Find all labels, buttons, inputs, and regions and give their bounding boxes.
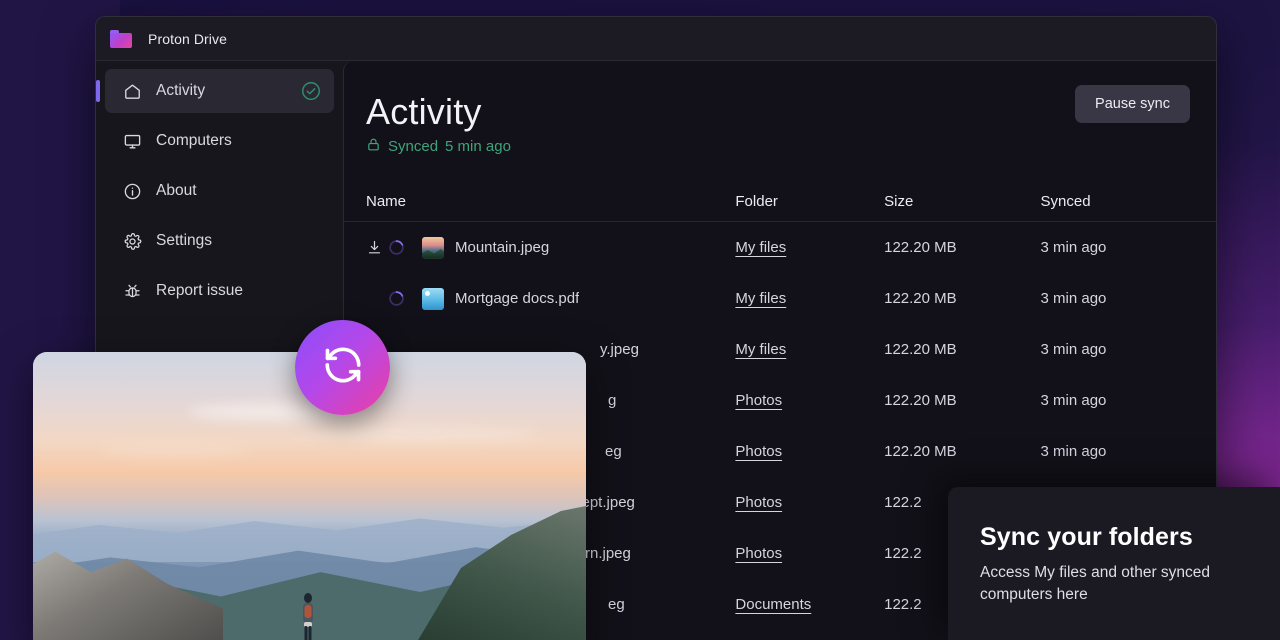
- info-circle-icon: [122, 181, 142, 201]
- file-size: 122.20 MB: [884, 290, 957, 307]
- file-size: 122.20 MB: [884, 392, 957, 409]
- lock-icon: [366, 137, 381, 156]
- folder-link[interactable]: Photos: [735, 443, 782, 460]
- file-thumbnail: [422, 236, 444, 259]
- folder-link[interactable]: My files: [735, 341, 786, 358]
- folder-link[interactable]: Documents: [735, 596, 811, 613]
- sync-status-time: 5 min ago: [445, 138, 511, 155]
- main-header: Activity Synced 5 min ago Pause sync: [344, 61, 1216, 156]
- file-size: 122.20 MB: [884, 239, 957, 256]
- pause-sync-button[interactable]: Pause sync: [1075, 85, 1190, 123]
- column-header-folder[interactable]: Folder: [735, 193, 884, 210]
- folder-link[interactable]: Photos: [735, 545, 782, 562]
- table-row[interactable]: Mountain.jpeg My files 122.20 MB 3 min a…: [344, 222, 1216, 273]
- file-size: 122.20 MB: [884, 443, 957, 460]
- sidebar-item-computers[interactable]: Computers: [105, 119, 334, 163]
- check-circle-icon: [300, 80, 322, 102]
- coach-mark-card: Sync your folders Access My files and ot…: [948, 487, 1280, 640]
- sidebar-item-label: Report issue: [156, 282, 244, 299]
- file-synced: 3 min ago: [1040, 392, 1107, 409]
- bug-icon: [122, 281, 142, 301]
- sidebar-item-label: Activity: [156, 82, 206, 99]
- hiker-silhouette: [303, 593, 313, 640]
- sidebar-item-settings[interactable]: Settings: [105, 219, 334, 263]
- coach-mark-title: Sync your folders: [980, 523, 1193, 551]
- sidebar-item-label: About: [156, 182, 197, 199]
- table-header-row: Name Folder Size Synced: [344, 182, 1216, 222]
- file-name: Mountain.jpeg: [455, 239, 550, 256]
- sidebar-item-label: Computers: [156, 132, 232, 149]
- gear-icon: [122, 231, 142, 251]
- home-icon: [122, 81, 142, 101]
- file-synced: 3 min ago: [1040, 239, 1107, 256]
- file-synced: 3 min ago: [1040, 341, 1107, 358]
- sidebar-item-label: Settings: [156, 232, 213, 249]
- monitor-icon: [122, 131, 142, 151]
- file-name: eg: [605, 443, 622, 460]
- folder-link[interactable]: My files: [735, 239, 786, 256]
- file-name: rn.jpeg: [585, 545, 631, 562]
- column-header-synced[interactable]: Synced: [1041, 193, 1195, 210]
- folder-link[interactable]: My files: [735, 290, 786, 307]
- app-title: Proton Drive: [148, 30, 228, 47]
- download-icon[interactable]: [366, 239, 388, 256]
- page-title: Activity: [366, 91, 482, 132]
- file-synced: 3 min ago: [1040, 443, 1107, 460]
- window-titlebar: Proton Drive: [96, 17, 1216, 61]
- column-header-name[interactable]: Name: [366, 193, 735, 210]
- file-name: y.jpeg: [600, 341, 639, 358]
- folder-link[interactable]: Photos: [735, 494, 782, 511]
- sync-refresh-icon: [320, 342, 366, 393]
- spinner-icon: [388, 290, 422, 307]
- column-header-size[interactable]: Size: [884, 193, 1040, 210]
- file-name: Mortgage docs.pdf: [455, 290, 580, 307]
- coach-mark-description: Access My files and other synced compute…: [980, 564, 1211, 603]
- sidebar-item-activity[interactable]: Activity: [96, 69, 334, 113]
- sync-status: Synced 5 min ago: [366, 137, 1190, 156]
- sync-status-label: Synced: [388, 138, 439, 155]
- sidebar-item-report-issue[interactable]: Report issue: [105, 269, 334, 313]
- cloud-shape: [298, 427, 539, 441]
- folder-icon: [110, 29, 132, 48]
- file-name: g: [608, 392, 617, 409]
- cloud-shape: [99, 445, 250, 456]
- sidebar-item-about[interactable]: About: [105, 169, 334, 213]
- table-row[interactable]: Mortgage docs.pdf My files 122.20 MB 3 m…: [344, 273, 1216, 324]
- file-size: 122.20 MB: [884, 341, 957, 358]
- file-name: eg: [608, 596, 625, 613]
- folder-link[interactable]: Photos: [735, 392, 782, 409]
- file-synced: 3 min ago: [1040, 290, 1107, 307]
- sync-refresh-badge[interactable]: [295, 320, 390, 415]
- file-thumbnail: [422, 287, 444, 310]
- spinner-icon: [388, 239, 422, 256]
